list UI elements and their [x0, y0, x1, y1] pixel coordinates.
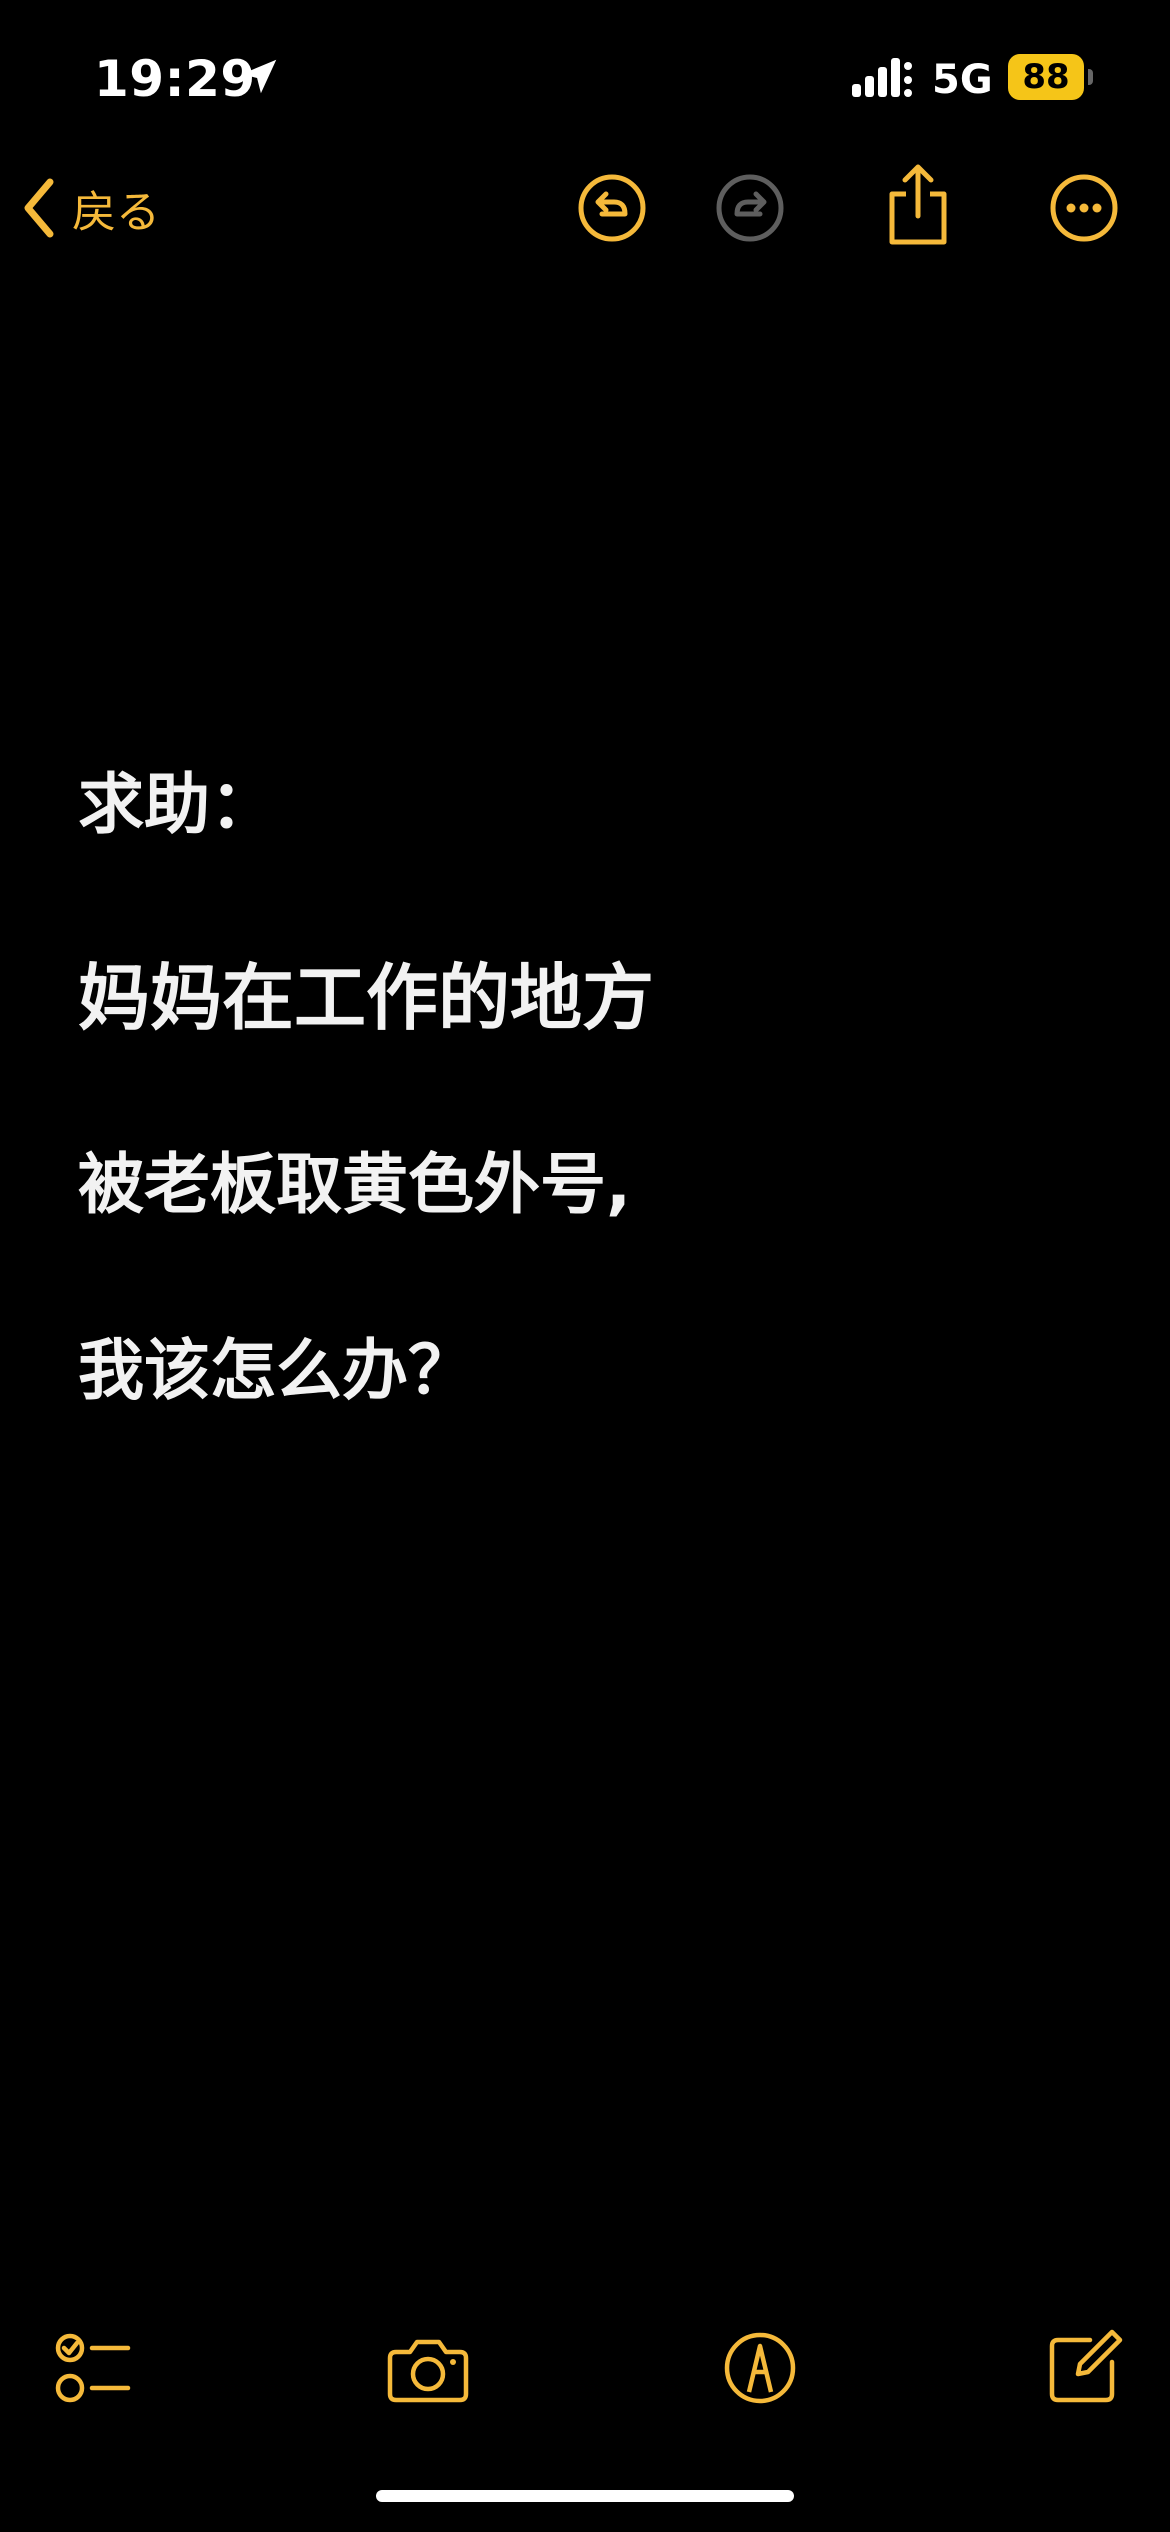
- more-options-icon[interactable]: [1044, 168, 1124, 248]
- network-type: 5G: [932, 57, 993, 103]
- note-heading[interactable]: 求助：: [78, 760, 276, 850]
- status-time: 19:29: [94, 50, 256, 108]
- back-button-label: 戻る: [72, 187, 160, 238]
- chevron-left-icon: [24, 178, 54, 238]
- battery-level: 88: [1008, 54, 1084, 100]
- signal-strength-icon: [852, 58, 912, 97]
- battery-terminal: [1088, 69, 1093, 85]
- compose-note-icon[interactable]: [1042, 2326, 1126, 2410]
- undo-icon[interactable]: [572, 168, 652, 248]
- location-arrow-icon: [241, 59, 277, 94]
- checklist-icon[interactable]: [52, 2326, 136, 2410]
- camera-icon[interactable]: [386, 2326, 470, 2410]
- share-icon[interactable]: [878, 160, 958, 250]
- markup-pen-icon[interactable]: [718, 2326, 802, 2410]
- redo-icon[interactable]: [710, 168, 790, 248]
- back-button[interactable]: 戻る: [20, 168, 160, 248]
- note-line[interactable]: 妈妈在工作的地方: [78, 950, 654, 1046]
- note-line[interactable]: 被老板取黄色外号,: [78, 1140, 631, 1230]
- home-indicator[interactable]: [376, 2490, 794, 2502]
- note-line[interactable]: 我该怎么办？: [78, 1326, 474, 1416]
